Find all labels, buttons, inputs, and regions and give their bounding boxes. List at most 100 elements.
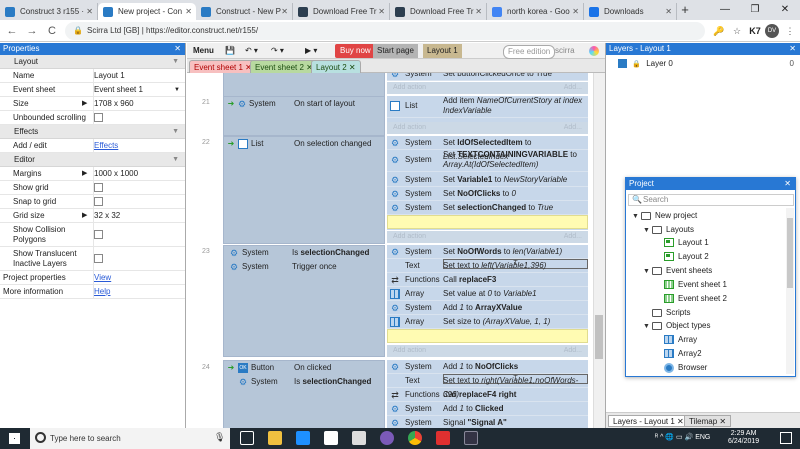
back-arrow-icon[interactable]: ← — [4, 23, 20, 39]
unbounded-checkbox[interactable] — [94, 113, 103, 123]
steam-icon[interactable] — [464, 431, 478, 445]
microphone-icon[interactable]: 🎙 — [214, 432, 225, 443]
grid-size-value[interactable]: 32 x 32 — [93, 209, 185, 223]
event-23-conditions[interactable]: ⚙ System Is selectionChanged ⚙ System Trigge… — [223, 245, 385, 357]
tree-layouts-folder[interactable]: ▼ Layouts — [643, 223, 694, 236]
prop-name-input[interactable]: Layout 1 — [93, 69, 185, 83]
show-grid-checkbox[interactable] — [94, 183, 103, 193]
tree-browser[interactable]: Browser — [664, 361, 707, 374]
notifications-icon[interactable] — [780, 432, 792, 444]
key-icon[interactable]: 🔑 — [712, 24, 726, 38]
close-tab-icon[interactable]: ✕ — [281, 3, 288, 20]
close-tab-icon[interactable]: ✕ — [475, 3, 482, 20]
tree-layout-1[interactable]: Layout 1 — [664, 236, 709, 249]
collapse-icon[interactable]: ▼ — [172, 153, 179, 167]
expand-icon[interactable]: ▶ — [82, 97, 87, 111]
collision-checkbox[interactable] — [94, 230, 103, 240]
action-row[interactable]: Array Set size to (ArrayXValue, 1, 1) — [387, 315, 588, 329]
tree-array2[interactable]: Array2 — [664, 347, 702, 360]
edge-icon[interactable] — [296, 431, 310, 445]
snap-checkbox[interactable] — [94, 197, 103, 207]
action-row[interactable]: ⚙ System Set NoOfWords to len(Variable1) — [387, 245, 588, 259]
tab-event-sheet-2[interactable]: Event sheet 2 ✕ — [250, 60, 318, 73]
redo-icon[interactable]: ↷ ▾ — [271, 44, 284, 58]
tab-layout-2[interactable]: Layout 2 ✕ — [311, 60, 361, 73]
browser-tab-5[interactable]: Download Free Tr ✕ — [390, 3, 487, 20]
add-action-button[interactable]: Add action Add... — [387, 122, 588, 134]
taskbar-search-input[interactable]: Type here to search — [30, 428, 230, 449]
expanded-triangle-icon[interactable]: ▼ — [643, 224, 652, 237]
section-effects[interactable]: Effects ▼ — [0, 125, 185, 139]
action-row[interactable]: ⚙ System Set Variable1 to NewStoryVariable — [387, 173, 588, 187]
app-icon[interactable] — [380, 431, 394, 445]
section-layout[interactable]: Layout ▼ — [0, 55, 185, 69]
close-panel-icon[interactable]: ✕ — [784, 178, 791, 190]
expand-icon[interactable]: ▶ — [82, 209, 87, 223]
tree-layout-2[interactable]: Layout 2 — [664, 250, 709, 263]
action-row[interactable]: ⚙ System Add 1 to NoOfClicks — [387, 360, 588, 374]
action-row[interactable]: List Add item NameOfCurrentStory at index… — [387, 96, 588, 118]
close-panel-icon[interactable]: ✕ — [174, 43, 181, 55]
tab-tilemap[interactable]: Tilemap ✕ — [684, 415, 732, 427]
layer-visible-checkbox[interactable] — [618, 59, 627, 69]
action-row[interactable]: ⇄ Functions Call replaceF4 right — [387, 388, 588, 402]
forward-arrow-icon[interactable]: → — [24, 23, 40, 39]
close-tab-icon[interactable]: ✕ — [378, 3, 385, 20]
effects-link[interactable]: Effects — [94, 141, 118, 150]
tree-root[interactable]: ▼ New project — [632, 209, 697, 222]
event-24-conditions[interactable]: ➜ OK Button On clicked ⚙ System Is selectionC… — [223, 360, 385, 428]
action-row[interactable]: ⚙ System Add 1 to Clicked — [387, 402, 588, 416]
close-tab-icon[interactable]: ✕ — [665, 3, 672, 20]
expanded-triangle-icon[interactable]: ▼ — [643, 265, 652, 278]
project-title-bar[interactable]: Project ✕ — [626, 178, 795, 190]
expand-icon[interactable]: ▶ — [82, 167, 87, 181]
expanded-triangle-icon[interactable]: ▼ — [643, 320, 652, 333]
dropdown-icon[interactable]: ▼ — [174, 83, 180, 97]
collapse-icon[interactable]: ▼ — [172, 55, 179, 69]
tab-event-sheet-1[interactable]: Event sheet 1 ✕ — [189, 60, 257, 73]
extension-icon[interactable]: K7 — [748, 24, 762, 38]
action-row[interactable]: ⚙ System Signal "Signal A" — [387, 416, 588, 428]
action-row[interactable]: T Text Set text to right(Variable1,noOfWor… — [387, 374, 588, 399]
action-row[interactable]: ⚙ System Set IdOfSelectedItem to List.Sele… — [387, 136, 588, 161]
browser-tab-4[interactable]: Download Free Tr ✕ — [293, 3, 390, 20]
scrollbar-thumb[interactable] — [595, 315, 603, 359]
tree-array[interactable]: Array — [664, 333, 697, 346]
save-icon[interactable]: 💾 — [225, 44, 235, 58]
browser-tab-7[interactable]: Downloads ✕ — [584, 3, 677, 20]
app-icon-red[interactable] — [436, 431, 450, 445]
task-view-icon[interactable] — [240, 431, 254, 445]
project-search-input[interactable]: 🔍 Search — [628, 194, 794, 206]
action-row[interactable]: ⚙ System Set TEXTCONTAININGVARIABLE to Arr… — [387, 150, 588, 172]
translucent-checkbox[interactable] — [94, 254, 103, 264]
add-action-button[interactable]: Add action Add... — [387, 82, 588, 94]
section-editor[interactable]: Editor ▼ — [0, 153, 185, 167]
layout-1-tab[interactable]: Layout 1 — [423, 44, 462, 58]
free-edition-badge[interactable]: Free edition — [503, 45, 556, 59]
event-sheet-scrollbar[interactable] — [593, 73, 605, 428]
size-value[interactable]: 1708 x 960 — [93, 97, 185, 111]
expanded-triangle-icon[interactable]: ▼ — [632, 210, 641, 223]
tree-event-sheet-1[interactable]: Event sheet 1 — [664, 278, 727, 291]
window-close-icon[interactable]: ✕ — [770, 0, 800, 20]
close-panel-icon[interactable]: ✕ — [789, 43, 796, 55]
taskbar-clock[interactable]: 2:29 AM 6/24/2019 — [728, 430, 759, 446]
action-row[interactable]: ⚙ System Set selectionChanged to True — [387, 201, 588, 215]
bookmark-star-icon[interactable]: ☆ — [730, 24, 744, 38]
tree-event-sheet-2[interactable]: Event sheet 2 — [664, 292, 727, 305]
add-action-button[interactable]: Add action Add... — [387, 345, 588, 357]
url-input[interactable]: 🔒 Scirra Ltd [GB] | https://editor.const… — [65, 22, 705, 40]
browser-tab-3[interactable]: Construct - New P ✕ — [196, 3, 293, 20]
reload-icon[interactable]: C — [44, 23, 60, 39]
browser-tab-6[interactable]: north korea - Goo ✕ — [487, 3, 584, 20]
tab-layers-layout-1[interactable]: Layers - Layout 1 ✕ — [608, 415, 689, 427]
new-tab-button[interactable]: + — [678, 2, 692, 18]
event-sheet-select[interactable]: Event sheet 1 — [93, 83, 185, 97]
action-row[interactable]: ⚙ System Add 1 to ArrayXValue — [387, 301, 588, 315]
layer-row[interactable]: 🔒 Layer 0 — [618, 58, 673, 70]
action-row[interactable]: ⚙ System Set NoOfClicks to 0 — [387, 187, 588, 201]
start-page-tab[interactable]: Start page — [373, 44, 418, 58]
action-row[interactable]: Array Set value at 0 to Variable1 — [387, 287, 588, 301]
view-link[interactable]: View — [94, 273, 111, 282]
event-21-conditions[interactable]: ➜ ⚙ System On start of layout — [223, 96, 385, 136]
